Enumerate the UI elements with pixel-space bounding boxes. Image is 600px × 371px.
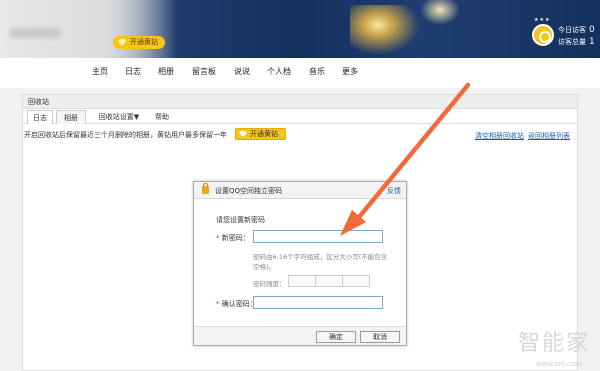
watermark-url: www.znj.com — [536, 360, 582, 368]
arrow-shaft — [352, 82, 471, 225]
watermark: 智能家 — [517, 331, 590, 356]
annotation-arrow — [340, 82, 471, 236]
